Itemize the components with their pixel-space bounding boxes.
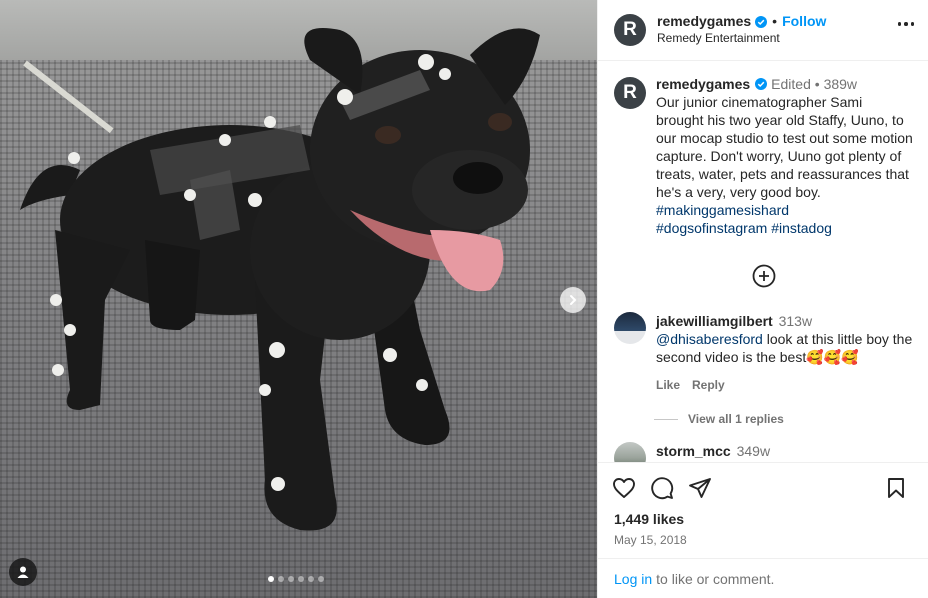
login-prompt-text: to like or comment. — [656, 570, 775, 587]
post-author-username[interactable]: remedygames — [657, 13, 751, 30]
author-full-name: Remedy Entertainment — [657, 31, 780, 45]
chevron-right-icon — [570, 295, 577, 305]
hashtag-link[interactable]: #dogsofinstagram — [656, 220, 767, 236]
edited-label: Edited — [771, 76, 811, 92]
carousel-dot — [268, 576, 274, 582]
comment-like-button[interactable]: Like — [656, 376, 680, 394]
paper-plane-icon[interactable] — [688, 476, 712, 500]
comment-bubble-icon[interactable] — [650, 476, 674, 500]
view-replies-label: View all 1 replies — [688, 412, 784, 426]
user-tag-button[interactable] — [9, 558, 37, 586]
view-replies-button[interactable]: View all 1 replies — [654, 412, 913, 426]
likes-count[interactable]: 1,449 likes — [614, 511, 917, 527]
comment-item: storm_mcc 349w — [614, 442, 913, 462]
user-tag-icon — [17, 566, 29, 578]
carousel-dot — [308, 576, 314, 582]
avatar-letter: R — [623, 82, 637, 103]
caption-text: Our junior cinematographer Sami brought … — [656, 94, 913, 200]
plus-circle-icon[interactable] — [752, 264, 776, 288]
login-prompt: Log in to like or comment. — [598, 558, 928, 598]
avatar[interactable] — [614, 442, 646, 462]
comments-scroll-area[interactable]: R remedygames Edited • 389w Our junior ci… — [598, 62, 928, 462]
dog-illustration — [20, 28, 540, 531]
post-side-panel: R remedygames • Follow Remedy Entertainm… — [597, 0, 928, 598]
avatar[interactable]: R — [614, 14, 646, 46]
comment-time: 349w — [736, 443, 771, 459]
post-actions: 1,449 likes May 15, 2018 — [598, 462, 928, 547]
caption-username[interactable]: remedygames — [656, 76, 750, 92]
caption-time[interactable]: 389w — [824, 76, 857, 92]
verified-badge-icon — [755, 78, 768, 90]
carousel-dot — [318, 576, 324, 582]
verified-badge-icon — [755, 15, 768, 28]
carousel-dot — [288, 576, 294, 582]
post-date: May 15, 2018 — [614, 533, 687, 547]
separator-dot: • — [814, 76, 820, 92]
avatar[interactable] — [614, 312, 646, 344]
post-caption: R remedygames Edited • 389w Our junior ci… — [614, 75, 913, 237]
comment-item: jakewilliamgilbert 313w @dhisaberesford … — [614, 312, 913, 394]
comment-username[interactable]: jakewilliamgilbert — [656, 313, 773, 329]
replies-divider — [654, 418, 678, 420]
separator-dot: • — [772, 13, 778, 29]
carousel-dot — [298, 576, 304, 582]
post-header: R remedygames • Follow Remedy Entertainm… — [598, 0, 928, 61]
carousel-dot — [278, 576, 284, 582]
login-link[interactable]: Log in — [614, 571, 652, 587]
comment-time: 313w — [778, 313, 813, 329]
comment-username[interactable]: storm_mcc — [656, 443, 731, 459]
hashtag-link[interactable]: #instadog — [771, 220, 832, 236]
post-photo[interactable] — [0, 0, 597, 598]
avatar[interactable]: R — [614, 77, 646, 109]
avatar-letter: R — [623, 19, 637, 40]
hashtag-link[interactable]: #makinggamesishard — [656, 202, 789, 218]
bookmark-icon[interactable] — [885, 477, 907, 499]
heart-icon[interactable] — [612, 476, 636, 500]
follow-button[interactable]: Follow — [782, 13, 826, 30]
carousel-indicator — [268, 576, 324, 582]
carousel-next-button[interactable] — [560, 287, 586, 313]
comment-mention[interactable]: @dhisaberesford — [656, 331, 763, 347]
more-options-icon[interactable] — [897, 22, 914, 26]
comment-reply-button[interactable]: Reply — [692, 376, 725, 394]
